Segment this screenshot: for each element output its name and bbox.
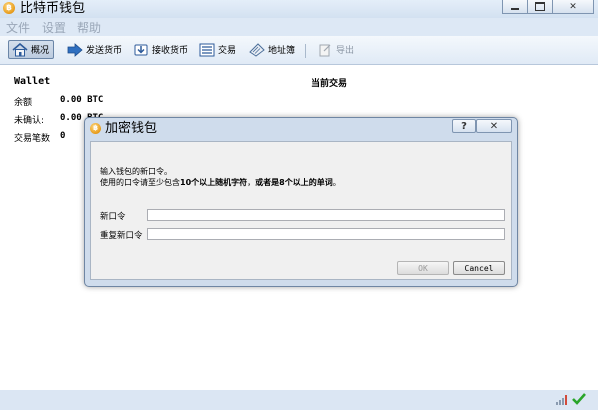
export-icon [317, 43, 333, 57]
wallet-heading: Wallet [14, 76, 51, 87]
export-label: 导出 [336, 46, 355, 56]
window-title: 比特币钱包 [20, 1, 86, 16]
hint-random-chars: 10个以上随机字符 [180, 178, 248, 187]
menu-settings[interactable]: 设置 [42, 19, 66, 36]
hint-words: 或者是8个以上的单词 [255, 178, 333, 187]
maximize-icon [535, 2, 545, 11]
cancel-button[interactable]: Cancel [453, 261, 505, 275]
help-button[interactable]: ? [452, 119, 476, 133]
toolbar: 概况 发送货币 接收货币 交易 地址簿 导出 [0, 36, 598, 65]
transactions-label: 交易 [218, 46, 237, 56]
address-book-label: 地址簿 [268, 46, 296, 56]
dialog-body: 输入钱包的新口令。 使用的口令请至少包含10个以上随机字符，或者是8个以上的单词… [90, 141, 512, 280]
hint-end: 。 [332, 178, 341, 187]
minimize-icon [511, 7, 519, 10]
dialog-instruction: 输入钱包的新口令。 [100, 167, 172, 176]
bitcoin-icon: ฿ [90, 123, 101, 134]
close-icon: ✕ [569, 1, 577, 12]
unconfirmed-label: 未确认: [14, 116, 45, 126]
overview-label: 概况 [31, 46, 50, 56]
send-arrow-icon [67, 42, 83, 57]
question-mark-icon: ? [461, 120, 467, 132]
window-controls: ✕ [502, 0, 594, 14]
repeat-passphrase-input[interactable] [147, 228, 505, 240]
tx-count-value: 0 [60, 131, 66, 141]
new-passphrase-input[interactable] [147, 209, 505, 221]
send-coins-button[interactable]: 发送货币 [64, 40, 125, 59]
repeat-passphrase-label: 重复新口令 [100, 231, 143, 241]
bitcoin-icon: ฿ [3, 2, 15, 14]
overview-button[interactable]: 概况 [8, 40, 54, 59]
receive-icon [133, 43, 149, 57]
maximize-button[interactable] [527, 0, 553, 14]
menu-file[interactable]: 文件 [6, 19, 30, 36]
balance-label: 余额 [14, 98, 33, 108]
export-button[interactable]: 导出 [314, 40, 357, 59]
dialog-title: 加密钱包 [105, 121, 158, 136]
minimize-button[interactable] [502, 0, 528, 14]
address-book-icon [249, 42, 265, 57]
toolbar-separator [305, 44, 306, 58]
transactions-button[interactable]: 交易 [196, 40, 239, 59]
close-icon: ✕ [489, 120, 499, 132]
menu-help[interactable]: 帮助 [77, 19, 101, 36]
synced-check-icon [572, 392, 586, 406]
receive-coins-button[interactable]: 接收货币 [130, 40, 191, 59]
encrypt-wallet-dialog: ฿ 加密钱包 ? ✕ 输入钱包的新口令。 使用的口令请至少包含10个以上随机字符… [84, 117, 518, 287]
signal-bars-icon [556, 395, 568, 405]
ok-button[interactable]: OK [397, 261, 449, 275]
hint-separator: ， [247, 178, 256, 187]
dialog-hint: 使用的口令请至少包含10个以上随机字符，或者是8个以上的单词。 [100, 177, 341, 188]
new-passphrase-label: 新口令 [100, 212, 126, 222]
dialog-close-button[interactable]: ✕ [476, 119, 512, 133]
status-bar [0, 390, 598, 410]
tx-count-label: 交易笔数 [14, 134, 51, 144]
address-book-button[interactable]: 地址簿 [246, 40, 298, 59]
receive-coins-label: 接收货币 [152, 46, 189, 56]
title-bar: ฿ 比特币钱包 ✕ [0, 0, 598, 18]
hint-prefix: 使用的口令请至少包含 [100, 178, 180, 187]
send-coins-label: 发送货币 [86, 46, 123, 56]
balance-value: 0.00 BTC [60, 95, 104, 105]
list-icon [199, 43, 215, 57]
recent-transactions-heading: 当前交易 [311, 79, 348, 89]
menu-bar: 文件 设置 帮助 [0, 18, 598, 36]
home-icon [12, 42, 28, 57]
close-button[interactable]: ✕ [552, 0, 594, 14]
